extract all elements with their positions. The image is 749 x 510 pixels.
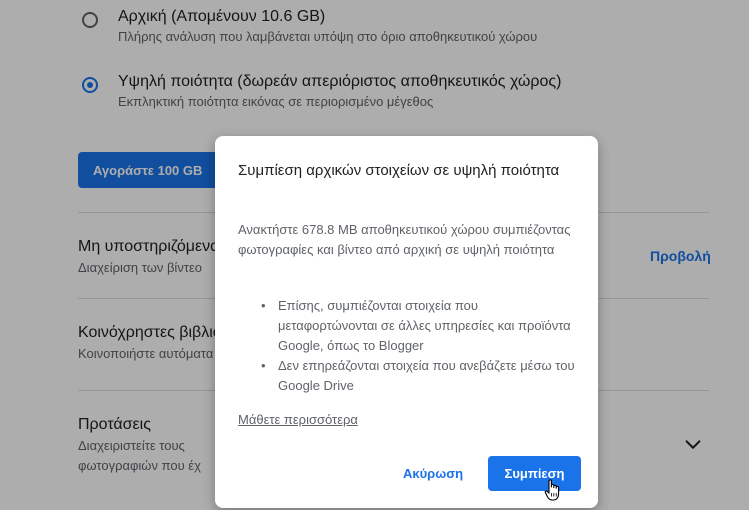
learn-more-link[interactable]: Μάθετε περισσότερα [238,412,358,427]
compress-button[interactable]: Συμπίεση [488,456,581,491]
dialog-bullet: Δεν επηρεάζονται στοιχεία που ανεβάζετε … [238,356,578,396]
dialog-title: Συμπίεση αρχικών στοιχείων σε υψηλή ποιό… [238,162,560,179]
compress-dialog: Συμπίεση αρχικών στοιχείων σε υψηλή ποιό… [215,136,598,508]
dialog-bullet-list: Επίσης, συμπιέζονται στοιχεία που μεταφο… [238,296,578,396]
hand-pointer-icon [544,479,560,501]
cancel-button[interactable]: Ακύρωση [387,455,479,491]
dialog-bullet: Επίσης, συμπιέζονται στοιχεία που μεταφο… [238,296,578,356]
dialog-body: Ανακτήστε 678.8 MB αποθηκευτικού χώρου σ… [238,222,571,257]
